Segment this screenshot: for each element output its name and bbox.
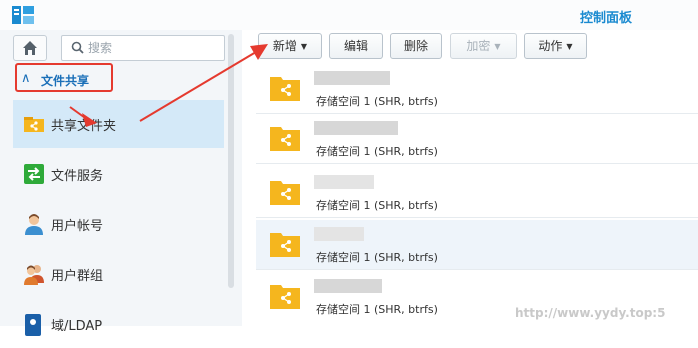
annotation-arrow-line <box>139 51 257 122</box>
annotation-arrow-head <box>250 44 268 60</box>
annotation-arrow-small <box>82 113 97 127</box>
annotation-arrows <box>69 44 268 127</box>
annotation-arrow-line <box>69 106 89 121</box>
